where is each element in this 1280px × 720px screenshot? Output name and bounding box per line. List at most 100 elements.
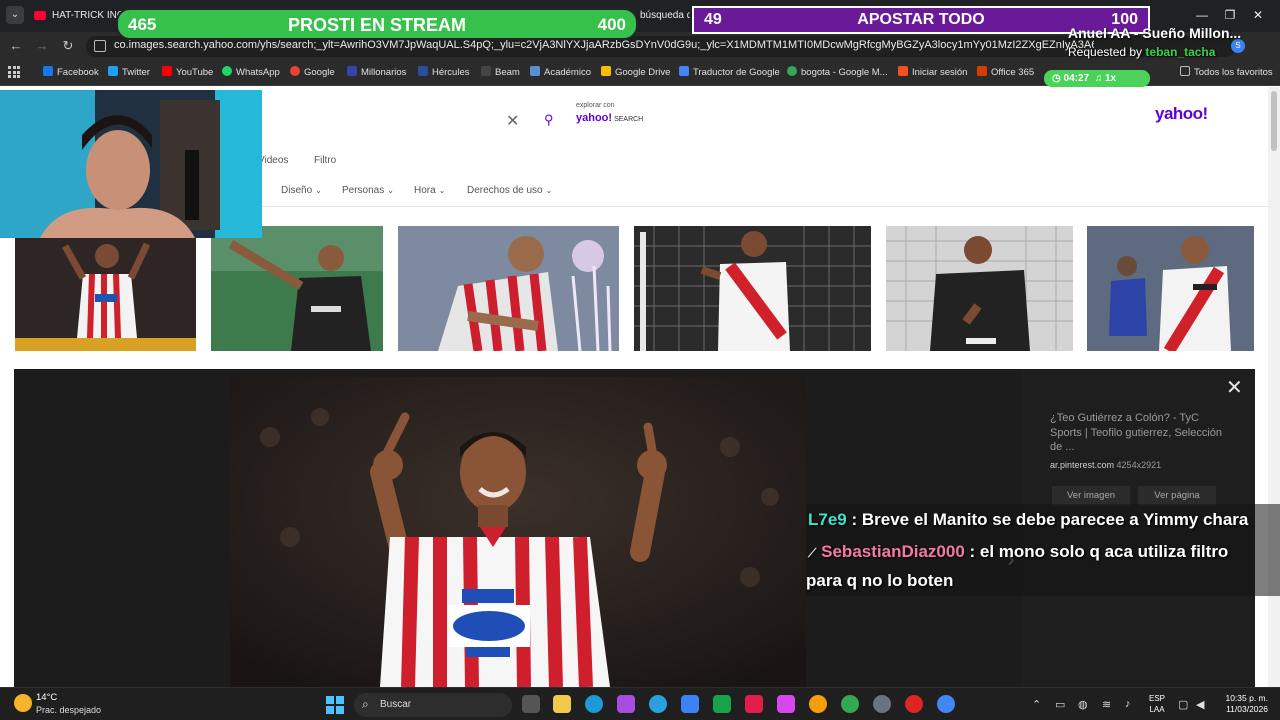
view-image-button[interactable]: Ver imagen	[1052, 486, 1130, 506]
bookmark-facebook[interactable]: Facebook	[43, 66, 99, 78]
chrome-icon[interactable]	[841, 695, 859, 713]
network-icon[interactable]: ≋	[1102, 698, 1111, 711]
filter-derechos[interactable]: Derechos de uso ⌄	[467, 185, 552, 196]
bookmark-maps[interactable]: bogota - Google M...	[787, 66, 888, 78]
result-thumbnail[interactable]	[634, 226, 871, 351]
language-indicator[interactable]: ESP LAA	[1149, 693, 1165, 715]
tab-yahoo[interactable]: búsqueda de	[640, 4, 690, 32]
microphone-icon[interactable]: ♪	[1125, 698, 1131, 710]
app-icon[interactable]	[745, 695, 763, 713]
start-icon[interactable]	[326, 696, 344, 714]
profile-avatar[interactable]: S	[1231, 39, 1245, 53]
weather-temp[interactable]: 14°C	[36, 692, 57, 703]
view-page-button[interactable]: Ver página	[1138, 486, 1216, 506]
apps-icon[interactable]	[8, 66, 20, 78]
instagram-icon[interactable]	[777, 695, 795, 713]
maps-icon	[787, 66, 797, 76]
result-thumbnail[interactable]	[15, 226, 196, 351]
weather-icon[interactable]	[14, 694, 32, 712]
tab-active[interactable]: HAT-TRICK INOLV	[34, 4, 124, 32]
millonarios-icon	[347, 66, 357, 76]
result-thumbnail[interactable]	[398, 226, 619, 351]
bookmark-iniciar-sesion[interactable]: Iniciar sesión	[898, 66, 967, 78]
scrollbar[interactable]	[1268, 87, 1280, 687]
bookmark-office[interactable]: Office 365	[977, 66, 1034, 78]
bookmark-millonarios[interactable]: Millonarios	[347, 66, 406, 78]
bookmark-whatsapp[interactable]: WhatsApp	[222, 66, 280, 78]
whatsapp-icon	[222, 66, 232, 76]
chrome-active-icon[interactable]	[937, 695, 955, 713]
bookmark-all[interactable]: Todos los favoritos	[1180, 66, 1273, 78]
bookmark-beam[interactable]: Beam	[481, 66, 520, 78]
tab-filtro[interactable]: Filtro	[314, 155, 336, 166]
bookmark-twitter[interactable]: Twitter	[108, 66, 150, 78]
filter-personas[interactable]: Personas ⌄	[342, 185, 394, 196]
bookmark-google[interactable]: Google	[290, 66, 335, 78]
weather-condition[interactable]: Prac. despejado	[36, 705, 101, 715]
academico-icon	[530, 66, 540, 76]
app-icon[interactable]	[873, 695, 891, 713]
opera-icon[interactable]	[905, 695, 923, 713]
result-thumbnail[interactable]	[211, 226, 383, 351]
prediction-left-label: PROSTI EN STREAM	[287, 15, 466, 35]
file-explorer-icon[interactable]	[553, 695, 571, 713]
explore-yahoo-logo[interactable]: yahoo! SEARCH	[576, 112, 643, 124]
app-icon[interactable]	[809, 695, 827, 713]
filter-diseno[interactable]: Diseño ⌄	[281, 185, 322, 196]
taskbar-search[interactable]: ⌕ Buscar	[354, 693, 512, 717]
sword-badge-icon: ⟋	[808, 546, 817, 560]
chevron-down-icon: ⌄	[387, 186, 394, 195]
result-thumbnail[interactable]	[1087, 226, 1254, 351]
bookmark-academico[interactable]: Académico	[530, 66, 591, 78]
viewer-image[interactable]	[230, 377, 806, 687]
chat-message: L7e9 : Breve el Manito se debe parecee a…	[808, 510, 1249, 529]
facebook-icon	[43, 66, 53, 76]
clock[interactable]: 10:35 p. m. 11/03/2026	[1214, 693, 1268, 715]
yahoo-logo[interactable]: yahoo!	[1155, 104, 1208, 124]
task-view-icon[interactable]	[522, 695, 540, 713]
tray-icon[interactable]: ▭	[1055, 698, 1065, 711]
bookmark-hercules[interactable]: Hércules	[418, 66, 470, 78]
taskbar: 14°C Prac. despejado ⌕ Buscar ⌃ ▭ ◍ ≋ ♪ …	[0, 687, 1280, 720]
volume-icon[interactable]: ◀	[1196, 698, 1204, 711]
close-window-icon[interactable]: ✕	[1247, 6, 1269, 24]
chat-message-continuation: para q no lo boten	[806, 571, 954, 590]
bookmark-youtube[interactable]: YouTube	[162, 66, 213, 78]
result-thumbnail[interactable]	[886, 226, 1073, 351]
beam-icon	[481, 66, 491, 76]
scrollbar-thumb[interactable]	[1271, 91, 1277, 151]
tab-videos[interactable]: Videos	[258, 155, 288, 166]
folder-icon	[1180, 66, 1190, 76]
tab-title-yahoo: búsqueda de	[640, 10, 690, 21]
bookmark-traductor[interactable]: Traductor de Google	[679, 66, 780, 78]
site-info-icon[interactable]	[94, 40, 106, 52]
search-input[interactable]: ✕ ⚲	[262, 107, 572, 133]
back-icon[interactable]: ←	[8, 38, 24, 54]
explore-label: explorar con	[576, 102, 615, 109]
viewer-title[interactable]: ¿Teo Gutiérrez a Colón? - TyC Sports | T…	[1050, 411, 1230, 455]
clear-icon[interactable]: ✕	[506, 111, 519, 131]
forward-icon[interactable]: →	[34, 38, 50, 54]
store-icon[interactable]	[681, 695, 699, 713]
reload-icon[interactable]: ↻	[60, 38, 76, 54]
viewer-source: ar.pinterest.com 4254x2921	[1050, 460, 1162, 470]
maximize-icon[interactable]: ❐	[1219, 6, 1241, 24]
xbox-icon[interactable]	[713, 695, 731, 713]
close-icon[interactable]: ✕	[1226, 375, 1243, 400]
microsoft-icon	[898, 66, 908, 76]
tray-icon[interactable]: ◍	[1078, 698, 1088, 711]
edge-icon[interactable]	[585, 695, 603, 713]
google-drive-icon	[601, 66, 611, 76]
requested-by: Requested by teban_tacha	[1068, 45, 1216, 59]
minimize-icon[interactable]: —	[1191, 6, 1213, 24]
telegram-icon[interactable]	[649, 695, 667, 713]
copilot-icon[interactable]	[617, 695, 635, 713]
search-icon[interactable]: ⚲	[544, 112, 554, 128]
tab-search-icon[interactable]: ⌄	[6, 6, 24, 24]
chat-message: ⟋ SebastianDiaz000 : el mono solo q aca …	[808, 542, 1229, 561]
filter-hora[interactable]: Hora ⌄	[414, 185, 445, 196]
display-icon[interactable]: ▢	[1178, 698, 1188, 711]
chevron-down-icon: ⌄	[315, 186, 322, 195]
bookmark-google-drive[interactable]: Google Drive	[601, 66, 670, 78]
tray-overflow-icon[interactable]: ⌃	[1032, 698, 1041, 711]
